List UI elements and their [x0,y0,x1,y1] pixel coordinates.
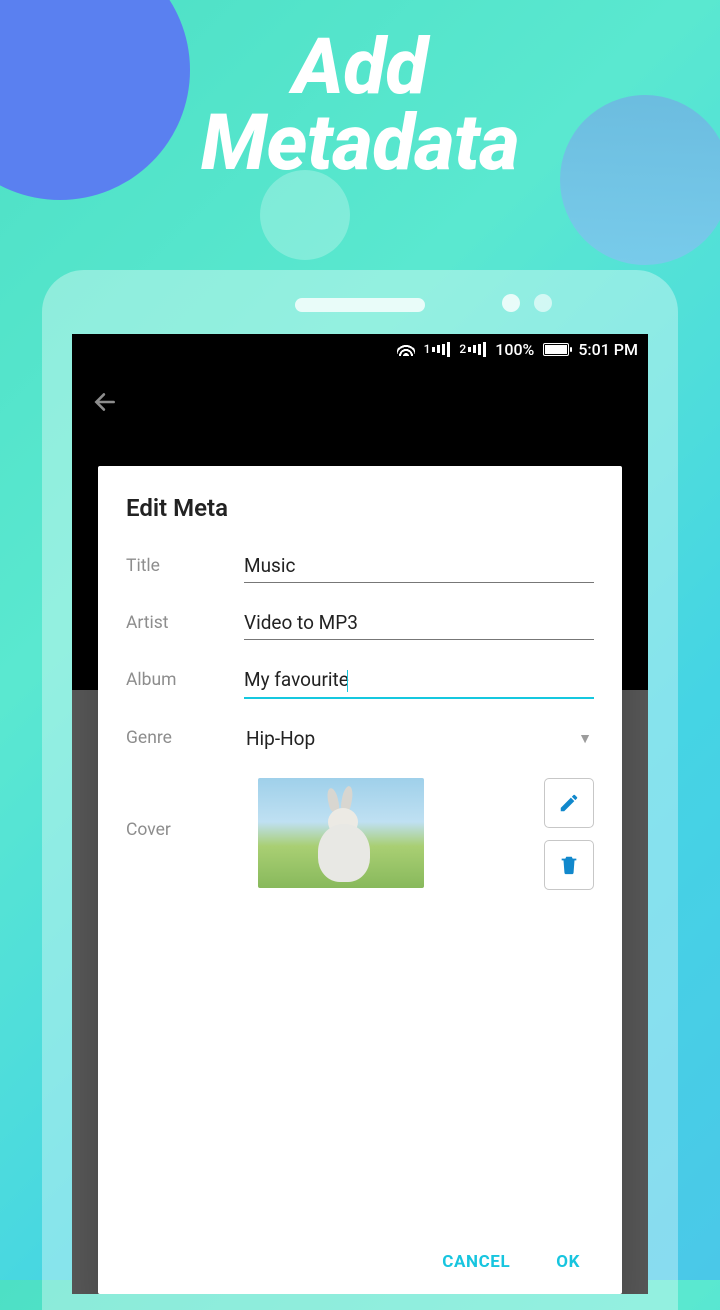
delete-cover-button[interactable] [544,840,594,890]
form: Title Music Artist Video to MP3 Album My… [126,548,594,1230]
phone-frame: 1 2 100% 5:01 PM Edit Meta Title Music [42,270,678,1310]
hero-line-2: Metadata [0,106,720,182]
cancel-button[interactable]: CANCEL [442,1252,510,1272]
sim2-label: 2 [459,342,466,356]
ok-button[interactable]: OK [556,1252,580,1272]
pencil-icon [558,792,580,814]
dialog-actions: CANCEL OK [126,1230,594,1294]
label-genre: Genre [126,728,244,748]
artist-field[interactable]: Video to MP3 [244,605,594,640]
battery-percent: 100% [495,340,534,359]
trash-icon [558,854,580,876]
row-album: Album My favourite [126,662,594,699]
status-time: 5:01 PM [578,340,638,359]
label-title: Title [126,556,244,576]
genre-value: Hip-Hop [246,727,568,750]
edit-meta-dialog: Edit Meta Title Music Artist Video to MP… [98,466,622,1294]
battery-icon [543,343,569,356]
chevron-down-icon: ▼ [578,730,592,747]
signal-sim2: 2 [459,342,486,357]
album-field[interactable]: My favourite [244,662,594,699]
hero-line-1: Add [0,30,720,106]
app-toolbar [72,364,648,446]
phone-lens [534,294,552,312]
phone-speaker [295,298,425,312]
row-title: Title Music [126,548,594,583]
title-field[interactable]: Music [244,548,594,583]
artist-value: Video to MP3 [244,611,358,634]
row-cover: Cover [126,778,594,890]
cover-thumbnail[interactable] [258,778,424,888]
label-artist: Artist [126,613,244,633]
signal-sim1: 1 [424,342,451,357]
genre-select[interactable]: Hip-Hop ▼ [244,721,594,756]
title-value: Music [244,554,295,577]
row-artist: Artist Video to MP3 [126,605,594,640]
status-bar: 1 2 100% 5:01 PM [72,334,648,364]
label-album: Album [126,670,244,690]
album-value: My favourite [244,668,349,691]
text-caret [347,670,349,692]
phone-lens [502,294,520,312]
hero-title: Add Metadata [0,30,720,183]
label-cover: Cover [126,820,244,840]
wifi-icon [397,342,415,356]
edit-cover-button[interactable] [544,778,594,828]
row-genre: Genre Hip-Hop ▼ [126,721,594,756]
phone-screen: 1 2 100% 5:01 PM Edit Meta Title Music [72,334,648,1294]
dialog-title: Edit Meta [126,494,594,522]
back-icon[interactable] [92,388,118,423]
sim1-label: 1 [424,342,431,356]
cover-art-icon [310,794,376,884]
